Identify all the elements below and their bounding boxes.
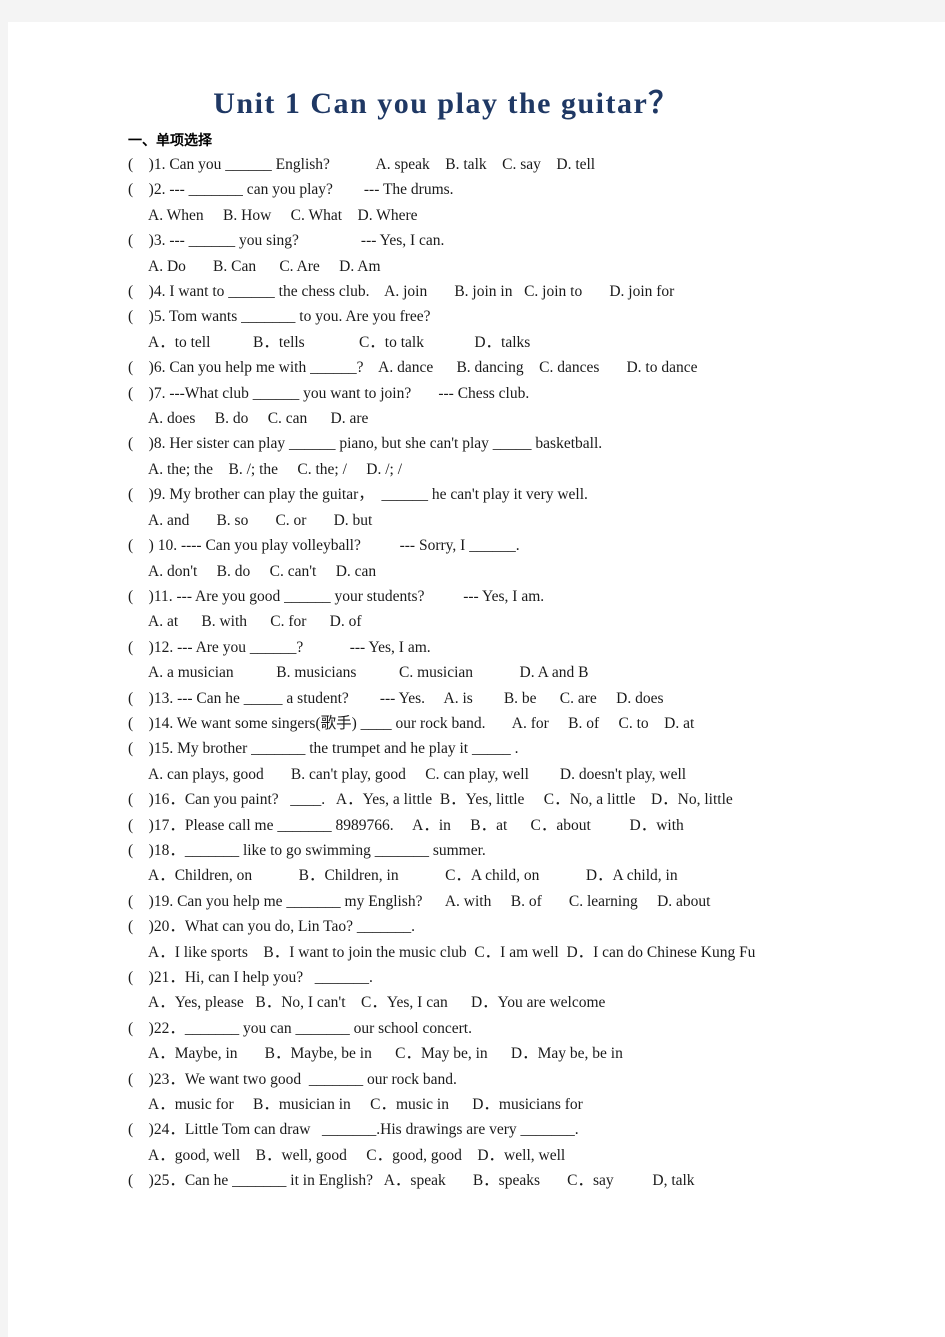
question-options: A. a musician B. musicians C. musician D… — [148, 664, 589, 682]
question-item: ( )4. I want to ______ the chess club. A… — [128, 279, 945, 304]
question-options: A．to tell B．tells C．to talk D．talks — [148, 333, 531, 351]
question-item: ( )17．Please call me _______ 8989766. A．… — [128, 813, 945, 838]
question-stem: ( )14. We want some singers(歌手) ____ our… — [128, 714, 695, 732]
question-item: ( )13. --- Can he _____ a student? --- Y… — [128, 686, 945, 711]
question-stem: ( )1. Can you ______ English? A. speak B… — [128, 156, 596, 173]
question-item: ( )9. My brother can play the guitar， __… — [128, 482, 945, 533]
question-stem: ( )12. --- Are you ______? --- Yes, I am… — [128, 638, 431, 656]
question-item: ( )1. Can you ______ English? A. speak B… — [128, 152, 945, 177]
question-stem: ( )4. I want to ______ the chess club. A… — [128, 283, 675, 301]
question-options: A．Maybe, in B．Maybe, be in C．May be, in … — [148, 1045, 623, 1063]
question-stem: ( )23．We want two good _______ our rock … — [128, 1070, 457, 1088]
question-item: ( )19. Can you help me _______ my Englis… — [128, 889, 945, 914]
question-stem: ( )20．What can you do, Lin Tao? _______. — [128, 918, 416, 936]
question-item: ( )21．Hi, can I help you? _______. A．Yes,… — [128, 965, 945, 1016]
question-stem: ( )18．_______ like to go swimming ______… — [128, 841, 486, 859]
question-item: ( )6. Can you help me with ______? A. da… — [128, 355, 945, 380]
question-stem: ( )25．Can he _______ it in English? A．sp… — [128, 1172, 695, 1190]
question-stem: ( )13. --- Can he _____ a student? --- Y… — [128, 689, 664, 707]
question-options: A．Yes, please B．No, I can't C．Yes, I can… — [148, 994, 606, 1012]
question-stem: ( )8. Her sister can play ______ piano, … — [128, 435, 603, 453]
question-item: ( )23．We want two good _______ our rock … — [128, 1067, 945, 1118]
document-content: Unit 1 Can you play the guitar？ 一、单项选择 (… — [8, 22, 945, 1194]
question-item: ( )15. My brother _______ the trumpet an… — [128, 736, 945, 787]
question-stem: ( )24．Little Tom can draw _______.His dr… — [128, 1121, 579, 1139]
question-options: A. the; the B. /; the C. the; / D. /; / — [148, 460, 403, 478]
question-item: ( )22．_______ you can _______ our school… — [128, 1016, 945, 1067]
question-stem: ( )3. --- ______ you sing? --- Yes, I ca… — [128, 232, 445, 250]
question-options: A. does B. do C. can D. are — [148, 410, 369, 428]
question-stem: ( )21．Hi, can I help you? _______. — [128, 969, 373, 986]
question-options: A. and B. so C. or D. but — [148, 511, 373, 529]
question-stem: ( )2. --- _______ can you play? --- The … — [128, 181, 454, 199]
question-options: A. don't B. do C. can't D. can — [148, 562, 377, 580]
question-stem: ( )5. Tom wants _______ to you. Are you … — [128, 308, 431, 326]
question-stem: ( )11. --- Are you good ______ your stud… — [128, 587, 545, 605]
question-list: ( )1. Can you ______ English? A. speak B… — [8, 152, 945, 1194]
section-heading-multiple-choice: 一、单项选择 — [128, 133, 212, 149]
question-item: ( )16．Can you paint? ____. A．Yes, a litt… — [128, 787, 945, 812]
question-item: ( )7. ---What club ______ you want to jo… — [128, 381, 945, 432]
question-options: A．I like sports B．I want to join the mus… — [148, 943, 756, 961]
question-stem: ( ) 10. ---- Can you play volleyball? --… — [128, 537, 520, 555]
question-options: A. When B. How C. What D. Where — [148, 206, 418, 224]
question-item: ( )2. --- _______ can you play? --- The … — [128, 177, 945, 228]
question-stem: ( )16．Can you paint? ____. A．Yes, a litt… — [128, 791, 733, 809]
question-item: ( )14. We want some singers(歌手) ____ our… — [128, 711, 945, 736]
question-options: A. Do B. Can C. Are D. Am — [148, 257, 381, 275]
question-item: ( )8. Her sister can play ______ piano, … — [128, 431, 945, 482]
document-page: Unit 1 Can you play the guitar？ 一、单项选择 (… — [8, 22, 945, 1337]
question-stem: ( )6. Can you help me with ______? A. da… — [128, 359, 698, 377]
question-item: ( )11. --- Are you good ______ your stud… — [128, 584, 945, 635]
question-options: A. can plays, good B. can't play, good C… — [148, 765, 687, 783]
question-stem: ( )22．_______ you can _______ our school… — [128, 1019, 472, 1037]
question-options: A．good, well B．well, good C．good, good D… — [148, 1146, 566, 1164]
question-stem: ( )19. Can you help me _______ my Englis… — [128, 892, 711, 910]
question-stem: ( )15. My brother _______ the trumpet an… — [128, 740, 519, 758]
question-item: ( )12. --- Are you ______? --- Yes, I am… — [128, 635, 945, 686]
question-item: ( )3. --- ______ you sing? --- Yes, I ca… — [128, 228, 945, 279]
question-item: ( )18．_______ like to go swimming ______… — [128, 838, 945, 889]
page-title: Unit 1 Can you play the guitar？ — [213, 87, 680, 120]
question-item: ( ) 10. ---- Can you play volleyball? --… — [128, 533, 945, 584]
question-stem: ( )17．Please call me _______ 8989766. A．… — [128, 816, 684, 834]
question-item: ( )20．What can you do, Lin Tao? _______.… — [128, 914, 945, 965]
question-options: A. at B. with C. for D. of — [148, 613, 362, 631]
question-options: A．music for B．musician in C．music in D．m… — [148, 1096, 583, 1114]
question-item: ( )5. Tom wants _______ to you. Are you … — [128, 304, 945, 355]
question-stem: ( )9. My brother can play the guitar， __… — [128, 486, 588, 504]
question-options: A．Children, on B．Children, in C．A child,… — [148, 867, 678, 885]
question-item: ( )25．Can he _______ it in English? A．sp… — [128, 1168, 945, 1193]
question-stem: ( )7. ---What club ______ you want to jo… — [128, 384, 530, 402]
question-item: ( )24．Little Tom can draw _______.His dr… — [128, 1117, 945, 1168]
